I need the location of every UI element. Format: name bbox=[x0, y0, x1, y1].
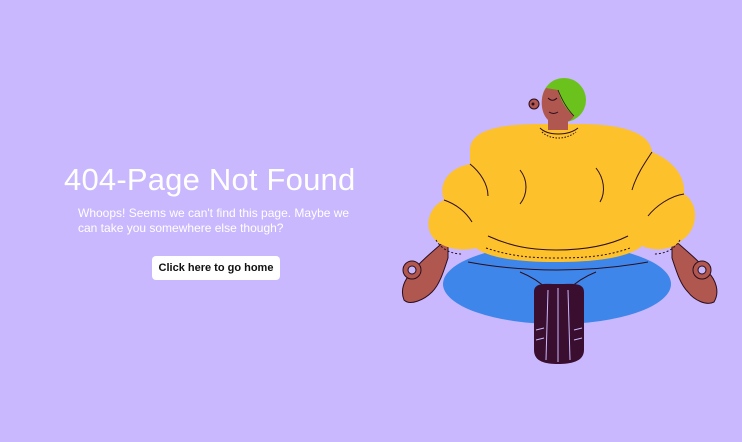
sweater bbox=[428, 124, 696, 262]
page-title: 404-Page Not Found bbox=[64, 162, 356, 197]
go-home-button[interactable]: Click here to go home bbox=[152, 256, 280, 280]
right-hand bbox=[671, 236, 718, 304]
error-message: Whoops! Seems we can't find this page. M… bbox=[78, 206, 350, 235]
left-hand bbox=[401, 236, 449, 303]
meditating-person-illustration bbox=[401, 78, 718, 364]
not-found-page: 404-Page Not Found Whoops! Seems we can'… bbox=[0, 0, 742, 442]
head bbox=[528, 78, 586, 130]
sock bbox=[534, 283, 584, 364]
